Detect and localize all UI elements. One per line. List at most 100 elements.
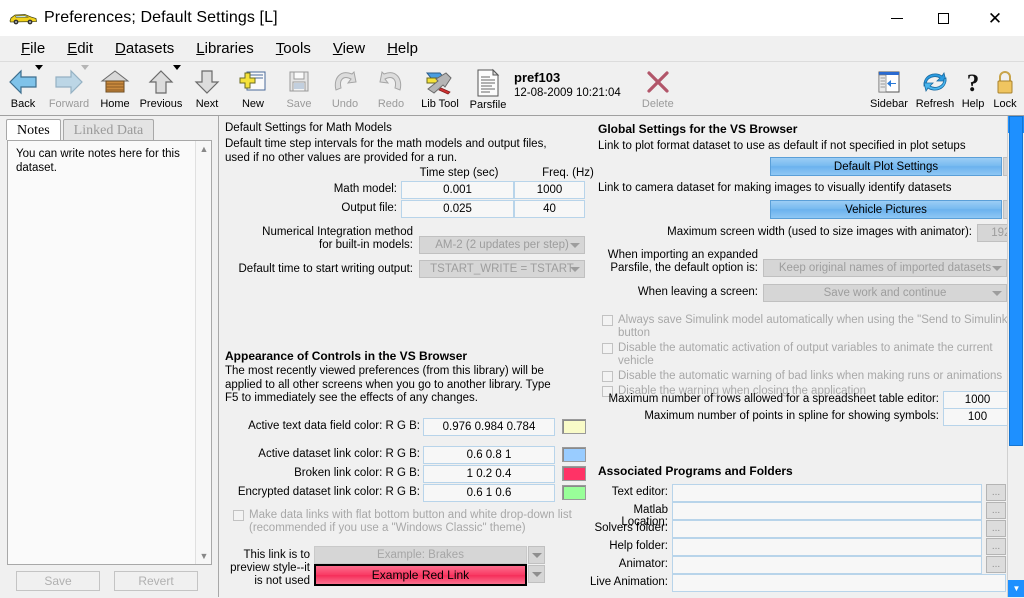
toolbar-help-button[interactable]: ? Help: [958, 64, 988, 114]
menu-view[interactable]: View: [322, 37, 376, 60]
toolbar-back-button[interactable]: Back: [0, 64, 46, 114]
flat-links-checkbox-row[interactable]: Make data links with flat bottom button …: [233, 509, 583, 537]
active-text-color-swatch[interactable]: [562, 419, 586, 434]
preview-note-line2: preview style--it: [230, 562, 310, 574]
max-rows-input[interactable]: 1000: [943, 391, 1012, 409]
notes-revert-button[interactable]: Revert: [114, 571, 198, 591]
flat-links-checkbox[interactable]: [233, 510, 244, 521]
notes-scroll-up-icon[interactable]: ▲: [196, 141, 211, 157]
close-button[interactable]: ✕: [966, 0, 1024, 36]
help-folder-input[interactable]: [672, 538, 982, 556]
menu-help[interactable]: Help: [376, 37, 429, 60]
notes-textarea[interactable]: You can write notes here for this datase…: [7, 140, 212, 565]
encrypted-link-color-swatch[interactable]: [562, 485, 586, 500]
animator-browse-button[interactable]: ...: [986, 556, 1006, 573]
toolbar-sidebar-button[interactable]: Sidebar: [866, 64, 912, 114]
solvers-folder-input[interactable]: [672, 520, 982, 538]
max-rows-label: Maximum number of rows allowed for a spr…: [608, 393, 939, 405]
example-brakes-dropdown-arrow[interactable]: [528, 546, 545, 564]
leaving-screen-dropdown[interactable]: Save work and continue: [763, 284, 1007, 302]
tab-notes[interactable]: Notes: [6, 119, 61, 140]
help-folder-browse-button[interactable]: ...: [986, 538, 1006, 555]
checkbox-row-output-vars[interactable]: Disable the automatic activation of outp…: [602, 342, 1022, 368]
disable-output-activation-checkbox[interactable]: [602, 343, 613, 354]
menu-libraries[interactable]: Libraries: [185, 37, 265, 60]
max-spline-points-input[interactable]: 100: [943, 408, 1012, 426]
example-red-link-button[interactable]: Example Red Link: [314, 564, 527, 586]
minimize-button[interactable]: [874, 0, 920, 36]
parsfile-group[interactable]: Parsfile pref103 12-08-2009 10:21:04: [466, 64, 621, 118]
checkbox-row-bad-links[interactable]: Disable the automatic warning of bad lin…: [602, 370, 1022, 383]
toolbar-forward-button[interactable]: Forward: [46, 64, 92, 114]
toolbar-save-button[interactable]: Save: [276, 64, 322, 114]
x-mark-icon: [644, 67, 672, 97]
broken-link-color-input[interactable]: 1 0.2 0.4: [423, 465, 555, 483]
math-model-time-step-input[interactable]: 0.001: [401, 181, 514, 199]
toolbar-redo-button[interactable]: Redo: [368, 64, 414, 114]
main-scrollbar-thumb[interactable]: [1009, 116, 1023, 446]
start-writing-dropdown[interactable]: TSTART_WRITE = TSTART: [419, 260, 585, 278]
parsfile-timestamp: 12-08-2009 10:21:04: [514, 87, 621, 99]
output-file-freq-input[interactable]: 40: [514, 200, 585, 218]
math-models-description: Default time step intervals for the math…: [225, 138, 547, 164]
notes-scrollbar[interactable]: ▲ ▼: [195, 141, 211, 564]
toolbar-previous-label: Previous: [139, 98, 183, 110]
live-animation-input[interactable]: [672, 574, 1006, 592]
simulink-autosave-label: Always save Simulink model automatically…: [618, 314, 1012, 339]
previous-dropdown-caret[interactable]: [173, 65, 181, 70]
active-text-color-input[interactable]: 0.976 0.984 0.784: [423, 418, 555, 436]
back-dropdown-caret[interactable]: [35, 65, 43, 70]
arrow-left-icon: [8, 67, 38, 97]
tab-linked-data[interactable]: Linked Data: [62, 119, 155, 140]
import-parsfile-label-line2: Parsfile, the default option is:: [610, 262, 758, 274]
example-red-link-dropdown-arrow[interactable]: [528, 565, 545, 583]
toolbar-parsfile-button[interactable]: Parsfile: [466, 68, 510, 118]
toolbar-previous-button[interactable]: Previous: [138, 64, 184, 114]
main-scrollbar[interactable]: ▲ ▼: [1007, 116, 1024, 597]
forward-dropdown-caret[interactable]: [81, 65, 89, 70]
menu-file[interactable]: File: [10, 37, 56, 60]
main-scroll-down-icon[interactable]: ▼: [1008, 580, 1024, 597]
toolbar-undo-button[interactable]: Undo: [322, 64, 368, 114]
preview-note-line3: is not used: [254, 575, 310, 587]
active-dataset-link-color-input[interactable]: 0.6 0.8 1: [423, 446, 555, 464]
toolbar-sidebar-label: Sidebar: [870, 98, 908, 110]
encrypted-link-color-input[interactable]: 0.6 1 0.6: [423, 484, 555, 502]
disable-bad-link-warning-checkbox[interactable]: [602, 371, 613, 382]
toolbar-delete-button[interactable]: Delete: [635, 64, 681, 114]
menu-datasets[interactable]: Datasets: [104, 37, 185, 60]
import-parsfile-dropdown[interactable]: Keep original names of imported datasets: [763, 259, 1007, 277]
menu-edit[interactable]: Edit: [56, 37, 104, 60]
output-file-time-step-input[interactable]: 0.025: [401, 200, 514, 218]
toolbar-lock-button[interactable]: Lock: [988, 64, 1022, 114]
window-title: Preferences; Default Settings [L]: [44, 8, 278, 26]
arrow-up-icon: [146, 67, 176, 97]
math-model-freq-input[interactable]: 1000: [514, 181, 585, 199]
default-plot-settings-link[interactable]: Default Plot Settings: [770, 157, 1002, 176]
simulink-autosave-checkbox[interactable]: [602, 315, 613, 326]
animator-input[interactable]: [672, 556, 982, 574]
content-columns: Default Settings for Math Models Default…: [219, 116, 1024, 597]
maximize-button[interactable]: [920, 0, 966, 36]
matlab-location-input[interactable]: [672, 502, 982, 520]
leaving-screen-label: When leaving a screen:: [637, 286, 758, 298]
checkbox-row-simulink[interactable]: Always save Simulink model automatically…: [602, 314, 1022, 340]
encrypted-link-color-label: Encrypted dataset link color: R G B:: [237, 486, 420, 498]
toolbar-home-button[interactable]: Home: [92, 64, 138, 114]
broken-link-color-swatch[interactable]: [562, 466, 586, 481]
example-brakes-dropdown[interactable]: Example: Brakes: [314, 546, 527, 564]
solvers-folder-browse-button[interactable]: ...: [986, 520, 1006, 537]
toolbar-refresh-button[interactable]: Refresh: [912, 64, 958, 114]
toolbar-new-button[interactable]: New: [230, 64, 276, 114]
notes-save-button[interactable]: Save: [16, 571, 100, 591]
notes-scroll-down-icon[interactable]: ▼: [196, 548, 211, 564]
text-editor-input[interactable]: [672, 484, 982, 502]
menu-tools[interactable]: Tools: [265, 37, 322, 60]
toolbar-libtool-button[interactable]: Lib Tool: [414, 64, 466, 114]
text-editor-browse-button[interactable]: ...: [986, 484, 1006, 501]
vehicle-pictures-link[interactable]: Vehicle Pictures: [770, 200, 1002, 219]
integration-method-dropdown[interactable]: AM-2 (2 updates per step): [419, 236, 585, 254]
active-dataset-link-color-swatch[interactable]: [562, 447, 586, 462]
toolbar-next-button[interactable]: Next: [184, 64, 230, 114]
matlab-location-browse-button[interactable]: ...: [986, 502, 1006, 519]
